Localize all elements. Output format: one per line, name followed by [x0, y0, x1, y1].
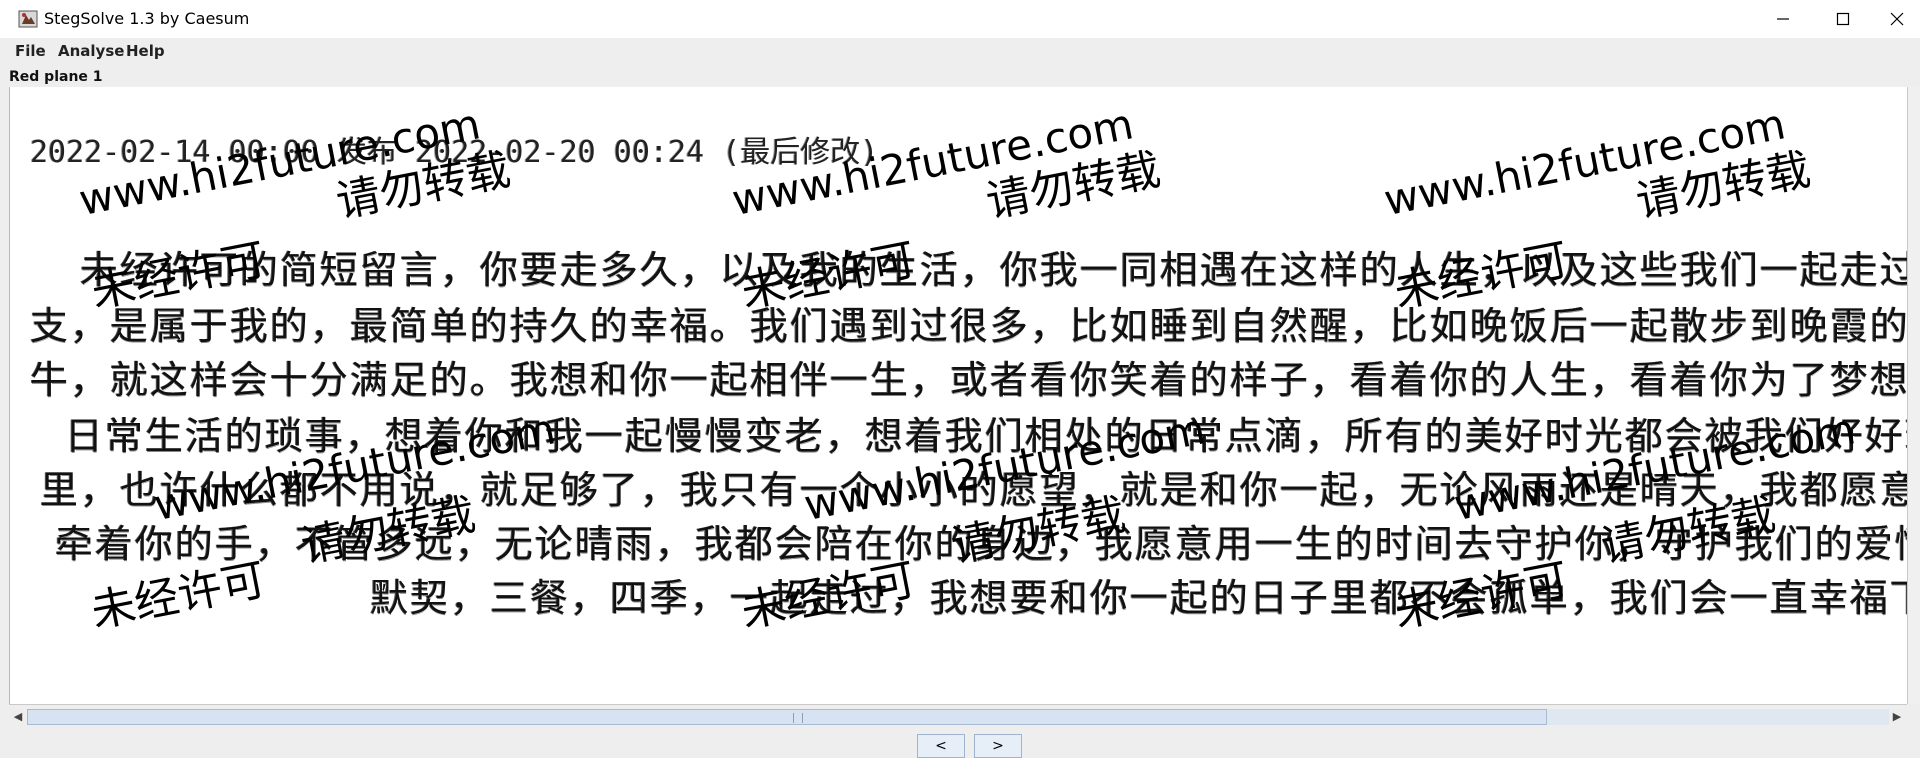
scroll-thumb[interactable]	[27, 709, 1547, 725]
window-title: StegSolve 1.3 by Caesum	[44, 9, 250, 28]
image-text-line: 默契，三餐，四季，一起走过，我想要和你一起的日子里都不会孤单，我们会一直幸福下去…	[370, 576, 1908, 620]
image-viewport[interactable]: 2022-02-14 00:00 发布 2022-02-20 00:24 (最后…	[9, 87, 1908, 704]
plane-label: Red plane 1	[9, 69, 103, 85]
minimize-icon	[1777, 18, 1789, 20]
vertical-scrollbar[interactable]	[1907, 87, 1920, 704]
next-plane-button[interactable]: >	[974, 734, 1022, 758]
menu-file[interactable]: File	[15, 42, 46, 60]
image-text-line: 支，是属于我的，最简单的持久的幸福。我们遇到过很多，比如睡到自然醒，比如晚饭后一…	[30, 304, 1908, 348]
app-icon	[18, 10, 38, 28]
stegsolve-window: StegSolve 1.3 by Caesum File Analyse Hel…	[0, 0, 1920, 758]
prev-plane-button[interactable]: <	[917, 734, 965, 758]
image-text-line: 未经许可的简短留言，你要走多久，以及我的生活，你我一同相遇在这样的人生，以及这些…	[80, 248, 1908, 292]
close-button[interactable]	[1874, 0, 1920, 38]
maximize-icon	[1836, 12, 1850, 26]
menu-analyse[interactable]: Analyse	[58, 42, 124, 60]
horizontal-scrollbar[interactable]: ◀ ▶	[9, 704, 1907, 729]
close-icon	[1890, 12, 1904, 26]
maximize-button[interactable]	[1820, 0, 1866, 38]
menu-bar: File Analyse Help	[0, 38, 1920, 64]
scroll-left-icon[interactable]: ◀	[10, 709, 26, 725]
menu-help[interactable]: Help	[126, 42, 165, 60]
scroll-right-icon[interactable]: ▶	[1889, 709, 1905, 725]
image-text-line: 牛，就这样会十分满足的。我想和你一起相伴一生，或者看你笑着的样子，看着你的人生，…	[30, 358, 1908, 402]
grip-icon	[793, 713, 803, 723]
minimize-button[interactable]	[1760, 0, 1806, 38]
title-bar: StegSolve 1.3 by Caesum	[0, 0, 1920, 38]
